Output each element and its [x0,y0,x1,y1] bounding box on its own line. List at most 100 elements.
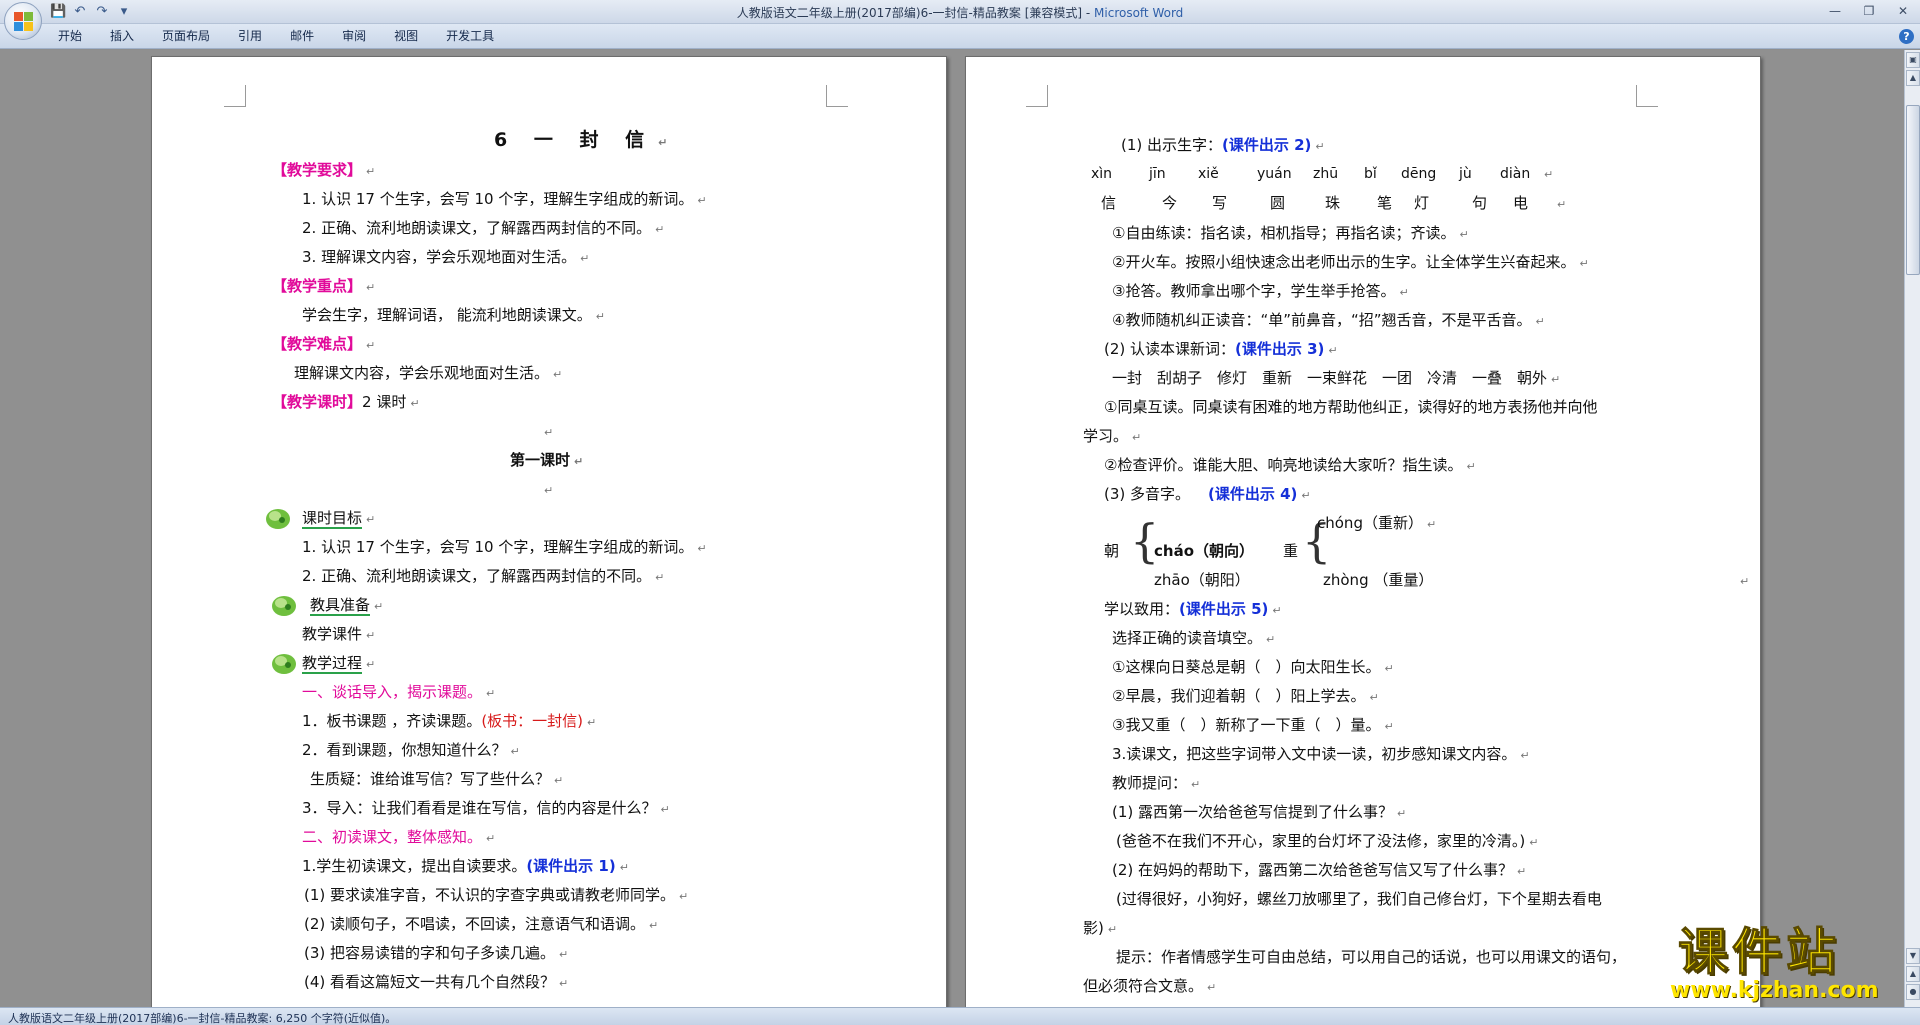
office-button[interactable] [4,2,42,40]
ruler-toggle-icon[interactable]: ▣ [1906,52,1920,68]
page-right[interactable]: (1) 出示生字：(课件出示 2) ↵ xìn jīn xiě yuán zhū bǐ dēn… [965,56,1761,1010]
document-title: 人教版语文二年级上册(2017部编)6-一封信-精品教案 [兼容模式] - [736,6,1095,20]
poly-char: 朝 [1104,542,1120,560]
step-item: (1) 要求读准字音，不认识的字查字典或请教老师同学。 ↵ [304,886,689,904]
scroll-thumb[interactable] [1906,105,1920,275]
margin-mark [1636,85,1658,107]
tab-developer[interactable]: 开发工具 [432,28,508,45]
goal-heading: 课时目标 ↵ [302,509,376,529]
text-line: 选择正确的读音填空。 ↵ [1112,629,1276,647]
text-line: ②开火车。按照小组快速念出老师出示的生字。让全体学生兴奋起来。 ↵ [1112,253,1589,271]
step-item: 1.学生初读课文，提出自读要求。(课件出示 1) ↵ [302,857,629,875]
text-line: 学习。 ↵ [1083,427,1142,445]
close-icon[interactable]: ✕ [1892,2,1914,20]
tab-home[interactable]: 开始 [44,28,96,45]
step-item: 1．板书课题 ，齐读课题。(板书：一封信) ↵ [302,712,597,730]
text-line: ④教师随机纠正读音：“单”前鼻音，“招”翘舌音，不是平舌音。 ↵ [1112,311,1545,329]
character: 写 [1212,194,1228,212]
scroll-up-icon[interactable]: ▲ [1906,70,1920,86]
diff-heading: 【教学难点】 ↵ [272,335,376,353]
req-heading: 【教学要求】 ↵ [272,161,376,179]
text-line: ①同桌互读。同桌读有困难的地方帮助他纠正，读得好的地方表扬他并向他 [1104,398,1598,416]
character: 电 [1513,194,1529,212]
key-heading: 【教学重点】 ↵ [272,277,376,295]
leaf-section-icon [272,596,296,616]
leaf-section-icon [266,509,290,529]
page-title: 6 一 封 信 ↵ [494,129,678,151]
tab-insert[interactable]: 插入 [96,28,148,45]
minimize-icon[interactable]: — [1824,2,1846,20]
character: 今 [1162,194,1178,212]
document-area[interactable]: 6 一 封 信 ↵ 【教学要求】 ↵ 1. 认识 17 个生字，会写 10 个字，理… [0,50,1904,1010]
page-left[interactable]: 6 一 封 信 ↵ 【教学要求】 ↵ 1. 认识 17 个生字，会写 10 个字，理… [151,56,947,1010]
hours-line: 【教学课时】2 课时 ↵ [272,393,420,411]
vertical-scrollbar[interactable]: ▣ ▲ ▼ ▲ ● [1904,50,1920,1012]
step-item: (3) 把容易读错的字和句子多读几遍。 ↵ [304,944,569,962]
para-mark: ↵ [544,484,554,497]
text-line: 影) ↵ [1083,919,1118,937]
ribbon-tabs: 开始 插入 页面布局 引用 邮件 审阅 视图 开发工具 [44,28,508,45]
goal-item: 2. 正确、流利地朗读课文，了解露西两封信的不同。 ↵ [302,567,665,585]
process-heading: 教学过程 ↵ [302,654,376,674]
tab-review[interactable]: 审阅 [328,28,380,45]
watermark-text: 课件站 [1678,923,1840,982]
text-line: 提示：作者情感学生可自由总结，可以用自己的话说，也可以用课文的语句， [1116,948,1627,966]
step-item: 3．导入：让我们看看是谁在写信，信的内容是什么？ ↵ [302,799,670,817]
watermark-logo: 课件站 www.kjzhan.com [1630,912,1910,1012]
prep-heading: 教具准备 ↵ [310,596,384,616]
step-item: (2) 读顺句子，不唱读，不回读，注意语气和语调。 ↵ [304,915,659,933]
text-line: 一封 刮胡子 修灯 重新 一束鲜花 一团 冷清 一叠 朝外 ↵ [1112,369,1561,387]
character: 句 [1472,194,1488,212]
pinyin: jīn [1149,166,1166,182]
ribbon: 开始 插入 页面布局 引用 邮件 审阅 视图 开发工具 ? [0,24,1920,49]
diff-text: 理解课文内容，学会乐观地面对生活。 ↵ [294,364,563,382]
pinyin: jù [1459,166,1472,182]
status-text: 人教版语文二年级上册(2017部编)6-一封信-精品教案: 6,250 个字符(… [8,1012,397,1025]
window-title: 人教版语文二年级上册(2017部编)6-一封信-精品教案 [兼容模式] - Mi… [0,4,1920,21]
text-line: (1) 露西第一次给爸爸写信提到了什么事？ ↵ [1112,803,1407,821]
maximize-icon[interactable]: ❐ [1858,2,1880,20]
text-line: (3) 多音字。 (课件出示 4) ↵ [1104,485,1311,503]
step-item: 2．看到课题，你想知道什么？ ↵ [302,741,520,759]
key-text: 学会生字，理解词语， 能流利地朗读课文。 ↵ [302,306,605,324]
character: 信 [1101,194,1117,212]
pinyin: xiě [1198,166,1219,182]
req-item: 2. 正确、流利地朗读课文，了解露西两封信的不同。 ↵ [302,219,665,237]
tab-references[interactable]: 引用 [224,28,276,45]
para-mark: ↵ [1740,575,1750,588]
text-line: (1) 出示生字：(课件出示 2) ↵ [1121,136,1325,154]
margin-mark [1026,85,1048,107]
text-line: (过得很好，小狗好，螺丝刀放哪里了，我们自己修台灯，下个星期去看电 [1116,890,1602,908]
text-line: 3.读课文，把这些字词带入文中读一读，初步感知课文内容。 ↵ [1112,745,1530,763]
tab-mailings[interactable]: 邮件 [276,28,328,45]
leaf-section-icon [272,654,296,674]
app-name: Microsoft Word [1094,6,1184,20]
character: 圆 [1270,194,1286,212]
text-line: 教师提问： ↵ [1112,774,1201,792]
title-bar: 💾 ↶ ↷ ▾ 人教版语文二年级上册(2017部编)6-一封信-精品教案 [兼容… [0,0,1920,24]
poly-reading: zhòng （重量） [1323,571,1434,589]
tab-view[interactable]: 视图 [380,28,432,45]
margin-mark [224,85,246,107]
text-line: (2) 认读本课新词：(课件出示 3) ↵ [1104,340,1338,358]
goal-item: 1. 认识 17 个生字，会写 10 个字，理解生字组成的新词。 ↵ [302,538,707,556]
req-item: 3. 理解课文内容，学会乐观地面对生活。 ↵ [302,248,590,266]
character-row: 信今写圆珠笔灯句电 ↵ [1101,194,1567,212]
lesson-heading: 第一课时 ↵ [510,451,584,469]
poly-reading: chóng（重新） ↵ [1317,514,1437,532]
help-icon[interactable]: ? [1899,29,1914,44]
step-heading: 一、谈话导入，揭示课题。 ↵ [302,683,496,701]
poly-reading: zhāo（朝阳） [1154,571,1250,589]
text-line: ③我又重（ ）新称了一下重（ ）量。 ↵ [1112,716,1394,734]
poly-char: 重 [1283,542,1299,560]
office-logo-icon [14,12,33,31]
text-line: (2) 在妈妈的帮助下，露西第二次给爸爸写信又写了什么事？ ↵ [1112,861,1527,879]
pinyin: bǐ [1364,166,1377,182]
text-line: ③抢答。教师拿出哪个字，学生举手抢答。 ↵ [1112,282,1409,300]
text-line: ②检查评价。谁能大胆、响亮地读给大家听？指生读。 ↵ [1104,456,1476,474]
para-mark: ↵ [544,426,554,439]
text-line: ①这棵向日葵总是朝（ ）向太阳生长。 ↵ [1112,658,1394,676]
watermark-url: www.kjzhan.com [1670,978,1879,1003]
text-line: 但必须符合文意。 ↵ [1083,977,1217,995]
tab-page-layout[interactable]: 页面布局 [148,28,224,45]
